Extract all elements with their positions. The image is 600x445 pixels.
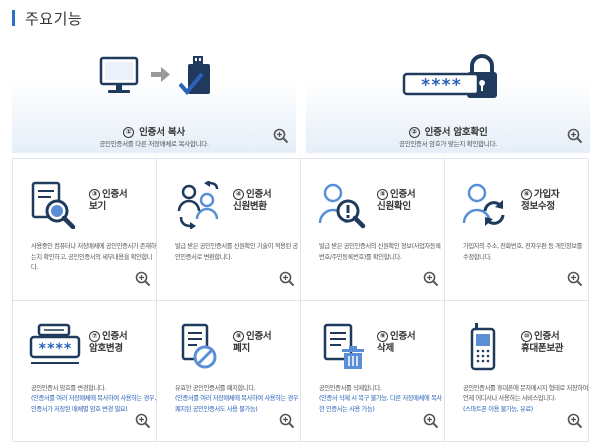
feature-title-text: 인증서 암호확인 [424,127,488,138]
title-accent-bar [12,10,15,26]
feature-desc-text: 사용중인 컴퓨터나 저장매체에 공인인증서가 존재하는지 확인하고, 공인인증서… [31,243,157,271]
feature-title: ⑩ 인증서 휴대폰보관 [521,330,587,355]
feature-desc-text: 공인인증서를 휴대폰에 문자메시지 형태로 저장하여 언제 어디서나 사용하는 … [463,384,589,403]
feature-number: ① [123,127,135,138]
feature-title-line1: 인증서 [390,330,416,342]
feature-title: ⑤ 인증서 신원확인 [377,189,443,213]
feature-card-identity-check[interactable]: ⑤ 인증서 신원확인 발급 받은 공인인증서의 신원확인 정보(사업자등록번호/주… [301,159,445,301]
feature-title-line2: 폐지 [233,342,250,354]
feature-title-line2: 암호변경 [89,342,123,354]
feature-title-line1: 가입자 [534,189,560,200]
feature-title-copy: ① 인증서 복사 [12,124,296,138]
feature-card-password-change[interactable]: **** ⑦ 인증서 암호변경 공인인증서 암호를 변경합니다. (인증서를 여러… [13,300,157,442]
feature-desc-text: 가입자의 주소, 전화번호, 전자우편 등 개인정보를 수정합니다. [463,243,583,261]
page-title-text: 주요기능 [25,9,83,28]
feature-title-line1: 인증서 [102,330,128,342]
feature-note-text: (인증서를 여러 저장매체에 복사하여 사용하는 경우, 인증서가 저장된 매체… [31,395,156,413]
revoke-icon [181,323,217,368]
feature-title-line2: 신원확인 [377,201,411,212]
feature-desc-copy: 공인인증서를 다른 저장매체로 복사합니다. [99,140,209,148]
feature-number: ⑦ [89,330,100,342]
feature-card-mobile-storage[interactable]: ⑩ 인증서 휴대폰보관 공인인증서를 휴대폰에 문자메시지 형태로 저장하여 언제… [445,300,589,442]
feature-title-line1: 인증서 [246,330,272,342]
feature-number: ⑤ [377,189,388,200]
feature-title: ⑨ 인증서 삭제 [377,330,443,355]
user-update-icon [462,183,505,226]
feature-title-line2: 휴대폰보관 [521,342,564,354]
identity-check-icon [318,183,366,229]
zoom-in-icon[interactable] [567,271,583,287]
feature-desc-text: 발급 받은 공인인증서를 신원확인 기술이 적용된 공인인증서로 변환합니다. [175,243,298,261]
feature-desc-text: 공인인증서를 삭제합니다. [319,384,382,392]
feature-number: ④ [233,189,244,200]
feature-note-text: (스마트폰 이용 불가능, 유료) [463,405,533,413]
feature-desc-password-check: 공인인증서 암호가 맞는지 확인합니다. [399,140,497,148]
feature-title-line1: 인증서 [246,189,272,200]
zoom-in-icon[interactable] [423,271,439,287]
zoom-in-icon[interactable] [273,128,289,144]
feature-number: ⑧ [233,330,244,342]
zoom-in-icon[interactable] [279,413,295,429]
feature-title-line2: 정보수정 [521,201,555,212]
feature-title-line1: 인증서 [390,189,416,200]
feature-note-text: (인증서 삭제 시 복구 불가능. 다른 저장매체에 복사한 인증서는 사용 가… [319,395,442,413]
zoom-in-icon[interactable] [567,128,583,144]
feature-card-revoke[interactable]: ⑧ 인증서 폐지 유효한 공인인증서를 폐지합니다. (인증서를 여러 저장매체에… [157,300,301,442]
feature-description: 공인인증서 암호를 변경합니다. (인증서를 여러 저장매체에 복사하여 사용하… [31,384,157,416]
password-mask-text: **** [38,341,72,357]
mobile-storage-icon [470,322,496,370]
zoom-in-icon[interactable] [135,271,151,287]
feature-card-delete[interactable]: ⑨ 인증서 삭제 공인인증서를 삭제합니다. (인증서 삭제 시 복구 불가능. … [301,300,445,442]
password-check-icon: **** [306,52,590,112]
feature-grid: ③ 인증서 보기 사용중인 컴퓨터나 저장매체에 공인인증서가 존재하는지 확인하… [12,158,589,442]
zoom-in-icon[interactable] [423,413,439,429]
identity-convert-icon [177,181,219,229]
feature-title-line2: 삭제 [377,342,394,354]
feature-title: ③ 인증서 보기 [89,189,155,213]
feature-card-password-check[interactable]: **** ② 인증서 암호확인 공인인증서 암호가 맞는지 확인합니다. [306,40,590,153]
feature-description: 공인인증서를 삭제합니다. (인증서 삭제 시 복구 불가능. 다른 저장매체에… [319,384,445,416]
feature-title: ⑥ 가입자 정보수정 [521,189,587,213]
feature-title-text: 인증서 복사 [139,127,185,138]
password-mask-text: **** [421,76,462,96]
feature-title-password-check: ② 인증서 암호확인 [306,124,590,138]
feature-number: ⑥ [521,189,532,200]
zoom-in-icon[interactable] [567,413,583,429]
feature-desc-text: 유효한 공인인증서를 폐지합니다. [175,384,256,392]
feature-description: 유효한 공인인증서를 폐지합니다. (인증서를 여러 저장매체에 복사하여 사용… [175,384,301,416]
feature-title: ⑦ 인증서 암호변경 [89,330,155,355]
zoom-in-icon[interactable] [135,413,151,429]
feature-card-copy[interactable]: ① 인증서 복사 공인인증서를 다른 저장매체로 복사합니다. [12,40,296,153]
feature-title-line1: 인증서 [102,189,128,200]
feature-description: 사용중인 컴퓨터나 저장매체에 공인인증서가 존재하는지 확인하고, 공인인증서… [31,242,157,274]
feature-description: 공인인증서를 휴대폰에 문자메시지 형태로 저장하여 언제 어디서나 사용하는 … [463,384,589,416]
feature-title: ⑧ 인증서 폐지 [233,330,299,355]
feature-desc-text: 발급 받은 공인인증서의 신원확인 정보(사업자등록번호/주민등록번호)를 확인… [319,243,441,261]
feature-card-user-update[interactable]: ⑥ 가입자 정보수정 가입자의 주소, 전화번호, 전자우편 등 개인정보를 수정… [445,159,589,301]
feature-number: ② [408,127,420,138]
page-title: 주요기능 [12,8,82,28]
certificate-view-icon [31,181,76,229]
feature-desc-text: 공인인증서 암호를 변경합니다. [31,384,106,392]
feature-title-line1: 인증서 [534,330,560,342]
zoom-in-icon[interactable] [279,271,295,287]
feature-note-text: (인증서를 여러 저장매체에 복사하여 사용하는 경우 폐지된 공인인증서도 사… [175,395,299,413]
delete-icon [323,323,364,369]
feature-description: 발급 받은 공인인증서를 신원확인 기술이 적용된 공인인증서로 변환합니다. [175,242,301,263]
feature-description: 발급 받은 공인인증서의 신원확인 정보(사업자등록번호/주민등록번호)를 확인… [319,242,445,263]
feature-number: ③ [89,189,100,200]
feature-title: ④ 인증서 신원변환 [233,189,299,213]
password-change-icon: **** [29,323,81,364]
copy-icon [12,52,296,112]
feature-title-line2: 보기 [89,201,106,212]
feature-number: ⑩ [521,330,532,342]
feature-number: ⑨ [377,330,388,342]
feature-title-line2: 신원변환 [233,201,267,212]
feature-card-identity-convert[interactable]: ④ 인증서 신원변환 발급 받은 공인인증서를 신원확인 기술이 적용된 공인인증… [157,159,301,301]
feature-description: 가입자의 주소, 전화번호, 전자우편 등 개인정보를 수정합니다. [463,242,589,263]
feature-card-view[interactable]: ③ 인증서 보기 사용중인 컴퓨터나 저장매체에 공인인증서가 존재하는지 확인하… [13,159,157,301]
